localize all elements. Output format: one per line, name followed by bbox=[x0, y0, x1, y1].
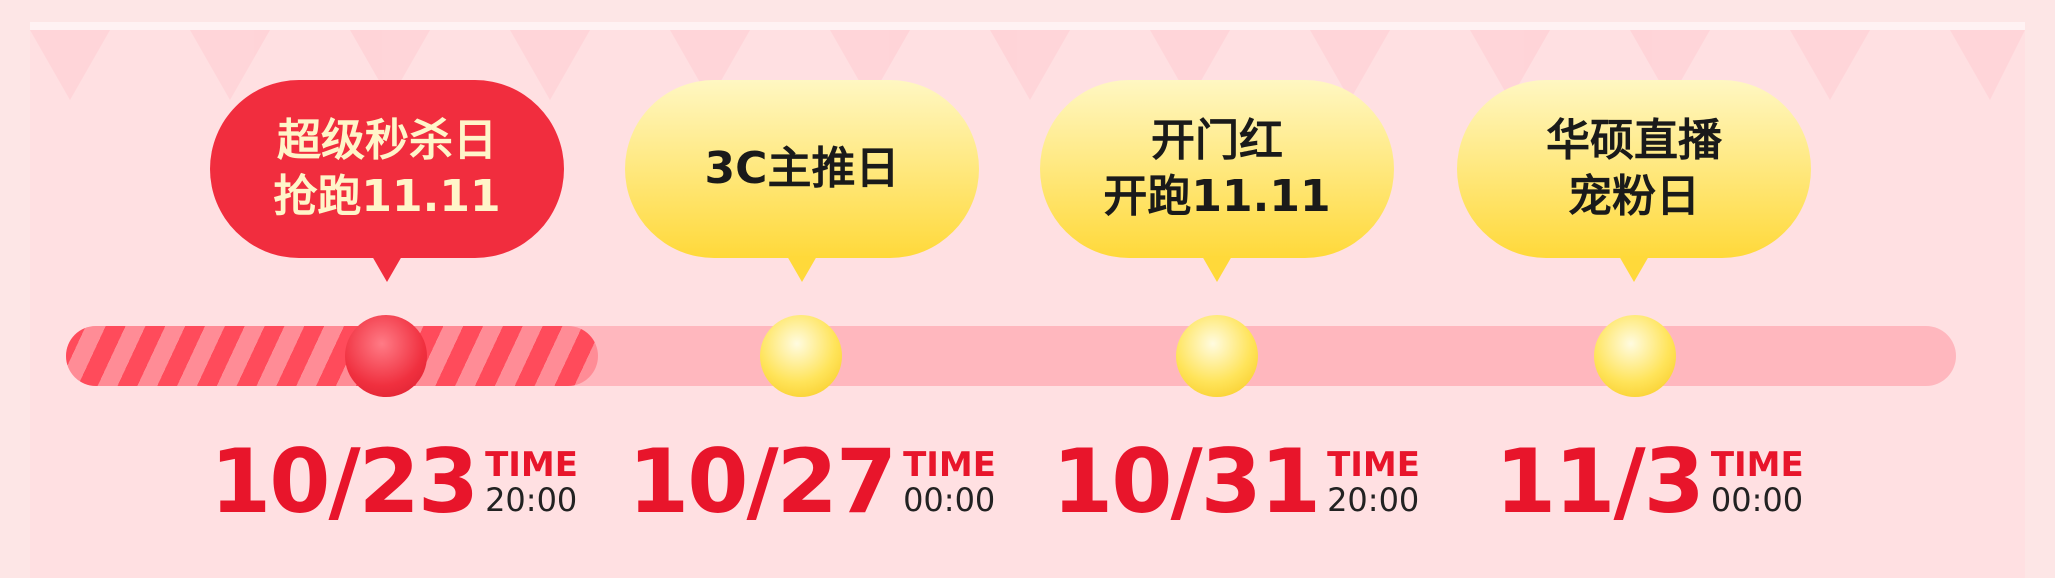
event-time: TIME 20:00 bbox=[1327, 448, 1420, 516]
time-value: 20:00 bbox=[485, 481, 578, 519]
timeline-dot-3 bbox=[1176, 315, 1258, 397]
bubble-tail bbox=[372, 256, 402, 282]
time-label: TIME bbox=[903, 445, 996, 485]
event-date: 11/3 bbox=[1495, 430, 1705, 533]
event-time: TIME 20:00 bbox=[485, 448, 578, 516]
time-label: TIME bbox=[1327, 445, 1420, 485]
time-value: 00:00 bbox=[1710, 481, 1804, 519]
time-value: 00:00 bbox=[903, 481, 996, 519]
event-date: 10/31 bbox=[1052, 430, 1321, 533]
event-time: TIME 00:00 bbox=[1711, 448, 1804, 516]
event-timeline-banner: 超级秒杀日 抢跑11.11 10/23 TIME 20:00 3C主推日 10/… bbox=[0, 0, 2055, 578]
bubble-tail bbox=[1619, 256, 1649, 282]
time-value: 20:00 bbox=[1327, 481, 1420, 519]
timeline-dot-2 bbox=[760, 315, 842, 397]
event-bubble-1[interactable]: 超级秒杀日 抢跑11.11 bbox=[210, 80, 564, 282]
time-label: TIME bbox=[485, 445, 578, 485]
event-date-3: 10/31 TIME 20:00 bbox=[1052, 438, 1420, 526]
event-label: 超级秒杀日 抢跑11.11 bbox=[273, 115, 501, 222]
time-label: TIME bbox=[1710, 445, 1804, 485]
event-bubble-3[interactable]: 开门红 开跑11.11 bbox=[1040, 80, 1394, 282]
event-date-1: 10/23 TIME 20:00 bbox=[210, 438, 578, 526]
event-label: 开门红 开跑11.11 bbox=[1103, 115, 1331, 222]
event-label: 华硕直播 宠粉日 bbox=[1546, 115, 1722, 222]
event-date-2: 10/27 TIME 00:00 bbox=[628, 438, 996, 526]
event-bubble-4[interactable]: 华硕直播 宠粉日 bbox=[1457, 80, 1811, 282]
event-bubble-2[interactable]: 3C主推日 bbox=[625, 80, 979, 282]
event-date: 10/27 bbox=[628, 430, 897, 533]
timeline-dot-1 bbox=[345, 315, 427, 397]
event-date: 10/23 bbox=[210, 430, 479, 533]
bubble-tail bbox=[1202, 256, 1232, 282]
event-label: 3C主推日 bbox=[704, 143, 900, 194]
timeline-progress bbox=[66, 326, 598, 386]
event-time: TIME 00:00 bbox=[903, 448, 996, 516]
event-date-4: 11/3 TIME 00:00 bbox=[1495, 438, 1804, 526]
timeline-dot-4 bbox=[1594, 315, 1676, 397]
bubble-tail bbox=[787, 256, 817, 282]
